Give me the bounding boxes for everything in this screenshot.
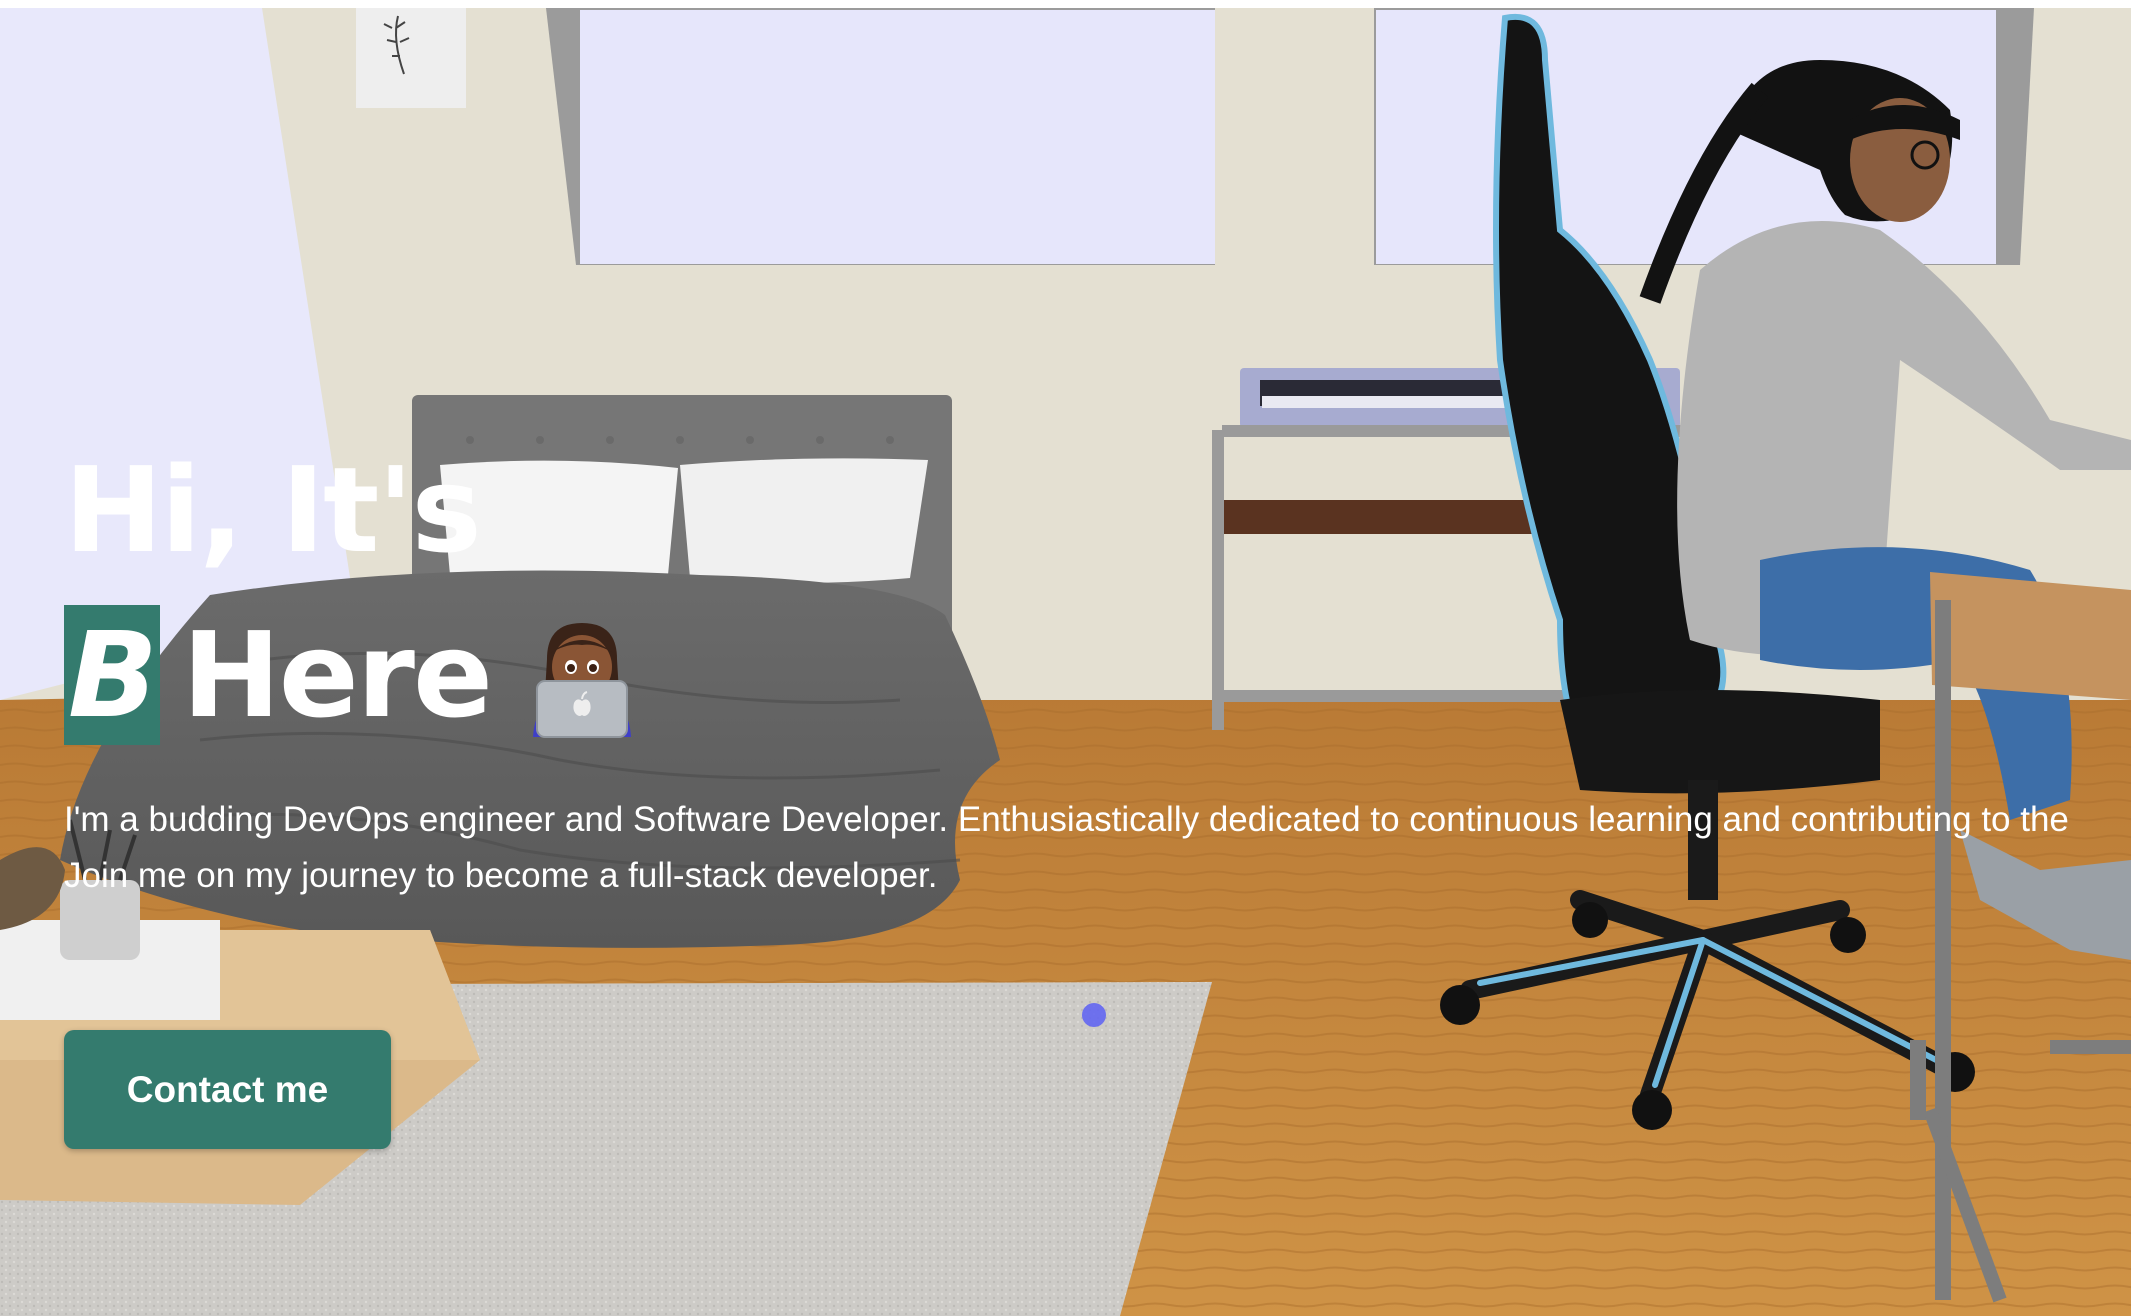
name-initial-badge: B	[64, 605, 160, 745]
desk-top	[1930, 572, 2131, 700]
contact-me-button[interactable]: Contact me	[64, 1030, 391, 1149]
desk-leg	[1935, 600, 1951, 1300]
hero-bio: I'm a budding DevOps engineer and Softwa…	[64, 792, 2124, 904]
window-left	[580, 10, 1215, 264]
woman-technologist-icon	[527, 619, 637, 739]
hero-bio-line-2: Join me on my journey to become a full-s…	[64, 856, 938, 895]
gaming-chair-seat	[1560, 690, 1880, 794]
hero-name-word: Here	[182, 606, 493, 744]
wall-picture	[356, 8, 466, 108]
hero-bio-line-1: I'm a budding DevOps engineer and Softwa…	[64, 800, 2069, 839]
pillow-right	[680, 458, 928, 583]
hero-name-line: B Here	[64, 605, 637, 745]
hero-greeting: Hi, It's	[64, 441, 482, 579]
top-border	[0, 0, 2131, 8]
cursor-dot	[1082, 1003, 1106, 1027]
